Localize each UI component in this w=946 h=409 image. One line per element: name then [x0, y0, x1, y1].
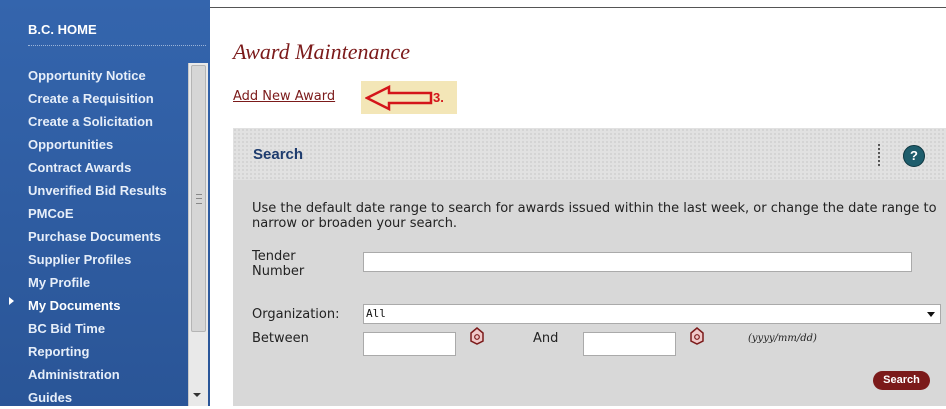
home-link[interactable]: B.C. HOME — [28, 22, 97, 37]
between-label: Between — [252, 331, 309, 346]
sidebar-item-contract-awards[interactable]: Contract Awards — [28, 156, 167, 179]
date-to-input[interactable] — [583, 332, 676, 356]
sidebar-item-administration[interactable]: Administration — [28, 363, 167, 386]
calendar-icon[interactable] — [688, 326, 706, 346]
sidebar-item-create-solicitation[interactable]: Create a Solicitation — [28, 110, 167, 133]
sidebar-item-my-documents[interactable]: My Documents — [28, 294, 167, 317]
sidebar-item-supplier-profiles[interactable]: Supplier Profiles — [28, 248, 167, 271]
chevron-down-icon — [927, 312, 935, 317]
arrow-left-icon — [365, 85, 433, 111]
sidebar-item-opportunities[interactable]: Opportunities — [28, 133, 167, 156]
date-format-hint: (yyyy/mm/dd) — [748, 333, 817, 344]
active-item-marker-icon — [9, 297, 14, 305]
date-from-input[interactable] — [363, 332, 456, 356]
add-new-award-link[interactable]: Add New Award — [233, 89, 335, 104]
sidebar-item-opportunity-notice[interactable]: Opportunity Notice — [28, 64, 167, 87]
sidebar-item-create-requisition[interactable]: Create a Requisition — [28, 87, 167, 110]
calendar-icon[interactable] — [468, 326, 486, 346]
search-panel-body: Use the default date range to search for… — [233, 180, 946, 406]
sidebar-item-bc-bid-time[interactable]: BC Bid Time — [28, 317, 167, 340]
grip-icon — [196, 194, 202, 204]
sidebar-item-unverified-bid-results[interactable]: Unverified Bid Results — [28, 179, 167, 202]
page-title: Award Maintenance — [233, 39, 410, 64]
search-button[interactable]: Search — [873, 371, 930, 390]
tender-number-label: Tender Number — [252, 249, 305, 279]
sidebar-item-pmcoe[interactable]: PMCoE — [28, 202, 167, 225]
sidebar-item-purchase-documents[interactable]: Purchase Documents — [28, 225, 167, 248]
sidebar-scrollbar[interactable] — [188, 63, 208, 406]
help-icon[interactable]: ? — [903, 145, 925, 167]
organization-label: Organization: — [252, 307, 340, 322]
sidebar: B.C. HOME Opportunity Notice Create a Re… — [0, 0, 210, 406]
tender-number-input[interactable] — [363, 252, 912, 272]
sidebar-item-reporting[interactable]: Reporting — [28, 340, 167, 363]
sidebar-divider — [28, 45, 206, 46]
organization-selected-value: All — [366, 307, 386, 320]
scroll-down-arrow-icon[interactable] — [193, 393, 201, 397]
top-border — [210, 7, 946, 8]
callout-label: 3. — [433, 90, 444, 105]
search-panel-header: Search ? — [233, 128, 946, 180]
sidebar-item-my-profile[interactable]: My Profile — [28, 271, 167, 294]
sidebar-nav: Opportunity Notice Create a Requisition … — [28, 64, 167, 409]
annotation-callout: 3. — [361, 81, 457, 114]
and-label: And — [533, 331, 559, 346]
search-panel: Search ? Use the default date range to s… — [233, 128, 946, 406]
search-panel-title: Search — [253, 146, 304, 163]
header-divider — [878, 144, 880, 166]
organization-select[interactable]: All — [363, 304, 941, 324]
scrollbar-thumb[interactable] — [191, 65, 206, 332]
search-instructions: Use the default date range to search for… — [252, 201, 937, 231]
